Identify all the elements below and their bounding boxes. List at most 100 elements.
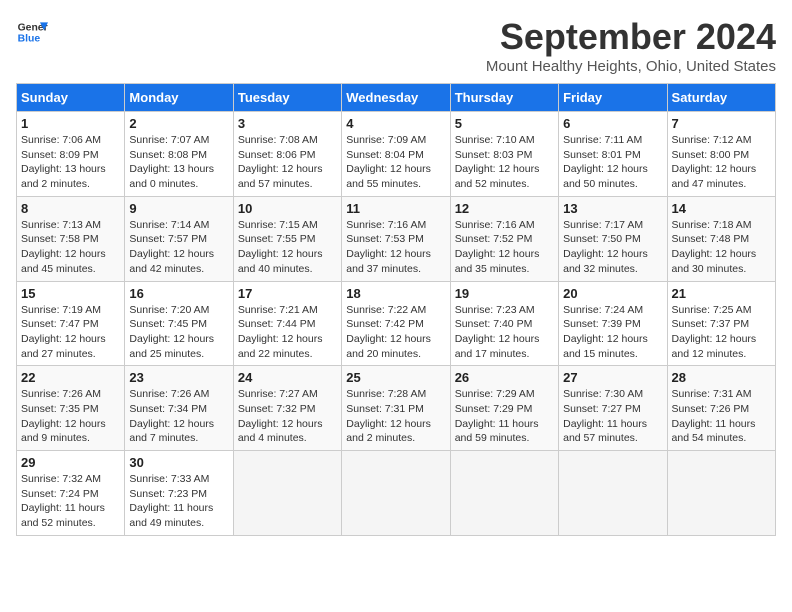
day-number: 7: [672, 116, 771, 131]
day-number: 22: [21, 370, 120, 385]
calendar-cell: 1Sunrise: 7:06 AMSunset: 8:09 PMDaylight…: [17, 112, 125, 197]
calendar-cell: 12 Sunrise: 7:16 AMSunset: 7:52 PMDayligh…: [450, 196, 558, 281]
calendar-cell: 22 Sunrise: 7:26 AMSunset: 7:35 PMDayligh…: [17, 366, 125, 451]
day-info: Sunrise: 7:19 AMSunset: 7:47 PMDaylight:…: [21, 303, 120, 362]
day-info: Sunrise: 7:25 AMSunset: 7:37 PMDaylight:…: [672, 303, 771, 362]
day-number: 11: [346, 201, 445, 216]
calendar-cell: 21 Sunrise: 7:25 AMSunset: 7:37 PMDayligh…: [667, 281, 775, 366]
calendar-cell: 28 Sunrise: 7:31 AMSunset: 7:26 PMDayligh…: [667, 366, 775, 451]
day-info: Sunrise: 7:21 AMSunset: 7:44 PMDaylight:…: [238, 303, 337, 362]
day-header-monday: Monday: [125, 84, 233, 112]
day-info: Sunrise: 7:16 AMSunset: 7:52 PMDaylight:…: [455, 218, 554, 277]
day-number: 3: [238, 116, 337, 131]
calendar-cell: 7 Sunrise: 7:12 AMSunset: 8:00 PMDaylight…: [667, 112, 775, 197]
calendar-cell: 8Sunrise: 7:13 AMSunset: 7:58 PMDaylight…: [17, 196, 125, 281]
day-number: 1: [21, 116, 120, 131]
day-info: Sunrise: 7:23 AMSunset: 7:40 PMDaylight:…: [455, 303, 554, 362]
day-number: 29: [21, 455, 120, 470]
day-number: 13: [563, 201, 662, 216]
day-number: 17: [238, 286, 337, 301]
day-info: Sunrise: 7:32 AMSunset: 7:24 PMDaylight:…: [21, 472, 120, 531]
calendar-table: SundayMondayTuesdayWednesdayThursdayFrid…: [16, 83, 776, 536]
day-info: Sunrise: 7:08 AMSunset: 8:06 PMDaylight:…: [238, 133, 337, 192]
title-section: September 2024 Mount Healthy Heights, Oh…: [486, 16, 776, 75]
day-info: Sunrise: 7:16 AMSunset: 7:53 PMDaylight:…: [346, 218, 445, 277]
day-info: Sunrise: 7:30 AMSunset: 7:27 PMDaylight:…: [563, 387, 662, 446]
week-row-2: 15 Sunrise: 7:19 AMSunset: 7:47 PMDayligh…: [17, 281, 776, 366]
day-number: 18: [346, 286, 445, 301]
day-header-sunday: Sunday: [17, 84, 125, 112]
day-number: 5: [455, 116, 554, 131]
calendar-cell: 27Sunrise: 7:30 AMSunset: 7:27 PMDayligh…: [559, 366, 667, 451]
day-info: Sunrise: 7:18 AMSunset: 7:48 PMDaylight:…: [672, 218, 771, 277]
day-info: Sunrise: 7:17 AMSunset: 7:50 PMDaylight:…: [563, 218, 662, 277]
calendar-cell: 17 Sunrise: 7:21 AMSunset: 7:44 PMDayligh…: [233, 281, 341, 366]
calendar-cell: [450, 451, 558, 536]
day-number: 26: [455, 370, 554, 385]
calendar-cell: 20Sunrise: 7:24 AMSunset: 7:39 PMDayligh…: [559, 281, 667, 366]
day-number: 21: [672, 286, 771, 301]
day-number: 8: [21, 201, 120, 216]
day-info: Sunrise: 7:15 AMSunset: 7:55 PMDaylight:…: [238, 218, 337, 277]
calendar-cell: 13 Sunrise: 7:17 AMSunset: 7:50 PMDayligh…: [559, 196, 667, 281]
day-number: 14: [672, 201, 771, 216]
calendar-cell: 14 Sunrise: 7:18 AMSunset: 7:48 PMDayligh…: [667, 196, 775, 281]
week-row-0: 1Sunrise: 7:06 AMSunset: 8:09 PMDaylight…: [17, 112, 776, 197]
day-info: Sunrise: 7:31 AMSunset: 7:26 PMDaylight:…: [672, 387, 771, 446]
month-year: September 2024: [486, 16, 776, 58]
calendar-cell: 15 Sunrise: 7:19 AMSunset: 7:47 PMDayligh…: [17, 281, 125, 366]
calendar-cell: 18Sunrise: 7:22 AMSunset: 7:42 PMDayligh…: [342, 281, 450, 366]
calendar-cell: 26 Sunrise: 7:29 AMSunset: 7:29 PMDayligh…: [450, 366, 558, 451]
day-info: Sunrise: 7:33 AMSunset: 7:23 PMDaylight:…: [129, 472, 228, 531]
day-number: 23: [129, 370, 228, 385]
day-info: Sunrise: 7:27 AMSunset: 7:32 PMDaylight:…: [238, 387, 337, 446]
calendar-cell: [667, 451, 775, 536]
day-info: Sunrise: 7:09 AMSunset: 8:04 PMDaylight:…: [346, 133, 445, 192]
logo-icon: General Blue: [16, 16, 48, 48]
calendar-cell: 10 Sunrise: 7:15 AMSunset: 7:55 PMDayligh…: [233, 196, 341, 281]
day-number: 19: [455, 286, 554, 301]
day-info: Sunrise: 7:29 AMSunset: 7:29 PMDaylight:…: [455, 387, 554, 446]
calendar-cell: [233, 451, 341, 536]
calendar-cell: 5 Sunrise: 7:10 AMSunset: 8:03 PMDaylight…: [450, 112, 558, 197]
header-row: SundayMondayTuesdayWednesdayThursdayFrid…: [17, 84, 776, 112]
calendar-cell: 23 Sunrise: 7:26 AMSunset: 7:34 PMDayligh…: [125, 366, 233, 451]
location: Mount Healthy Heights, Ohio, United Stat…: [486, 58, 776, 75]
day-number: 28: [672, 370, 771, 385]
day-info: Sunrise: 7:07 AMSunset: 8:08 PMDaylight:…: [129, 133, 228, 192]
day-header-thursday: Thursday: [450, 84, 558, 112]
day-number: 4: [346, 116, 445, 131]
week-row-1: 8Sunrise: 7:13 AMSunset: 7:58 PMDaylight…: [17, 196, 776, 281]
calendar-cell: 29 Sunrise: 7:32 AMSunset: 7:24 PMDayligh…: [17, 451, 125, 536]
week-row-3: 22 Sunrise: 7:26 AMSunset: 7:35 PMDayligh…: [17, 366, 776, 451]
calendar-cell: 16Sunrise: 7:20 AMSunset: 7:45 PMDayligh…: [125, 281, 233, 366]
day-info: Sunrise: 7:24 AMSunset: 7:39 PMDaylight:…: [563, 303, 662, 362]
calendar-cell: 4 Sunrise: 7:09 AMSunset: 8:04 PMDaylight…: [342, 112, 450, 197]
day-number: 12: [455, 201, 554, 216]
calendar-cell: 2Sunrise: 7:07 AMSunset: 8:08 PMDaylight…: [125, 112, 233, 197]
calendar-cell: [559, 451, 667, 536]
day-number: 15: [21, 286, 120, 301]
calendar-cell: 30 Sunrise: 7:33 AMSunset: 7:23 PMDayligh…: [125, 451, 233, 536]
week-row-4: 29 Sunrise: 7:32 AMSunset: 7:24 PMDayligh…: [17, 451, 776, 536]
calendar-cell: 19 Sunrise: 7:23 AMSunset: 7:40 PMDayligh…: [450, 281, 558, 366]
calendar-cell: 24Sunrise: 7:27 AMSunset: 7:32 PMDayligh…: [233, 366, 341, 451]
day-header-friday: Friday: [559, 84, 667, 112]
calendar-cell: 3 Sunrise: 7:08 AMSunset: 8:06 PMDaylight…: [233, 112, 341, 197]
day-info: Sunrise: 7:26 AMSunset: 7:35 PMDaylight:…: [21, 387, 120, 446]
day-info: Sunrise: 7:26 AMSunset: 7:34 PMDaylight:…: [129, 387, 228, 446]
page-header: General Blue September 2024 Mount Health…: [16, 16, 776, 75]
day-number: 6: [563, 116, 662, 131]
day-number: 30: [129, 455, 228, 470]
calendar-cell: [342, 451, 450, 536]
day-number: 9: [129, 201, 228, 216]
day-info: Sunrise: 7:28 AMSunset: 7:31 PMDaylight:…: [346, 387, 445, 446]
calendar-cell: 6 Sunrise: 7:11 AMSunset: 8:01 PMDaylight…: [559, 112, 667, 197]
day-info: Sunrise: 7:11 AMSunset: 8:01 PMDaylight:…: [563, 133, 662, 192]
day-info: Sunrise: 7:10 AMSunset: 8:03 PMDaylight:…: [455, 133, 554, 192]
day-header-saturday: Saturday: [667, 84, 775, 112]
day-header-tuesday: Tuesday: [233, 84, 341, 112]
day-number: 10: [238, 201, 337, 216]
logo: General Blue: [16, 16, 48, 48]
day-info: Sunrise: 7:12 AMSunset: 8:00 PMDaylight:…: [672, 133, 771, 192]
